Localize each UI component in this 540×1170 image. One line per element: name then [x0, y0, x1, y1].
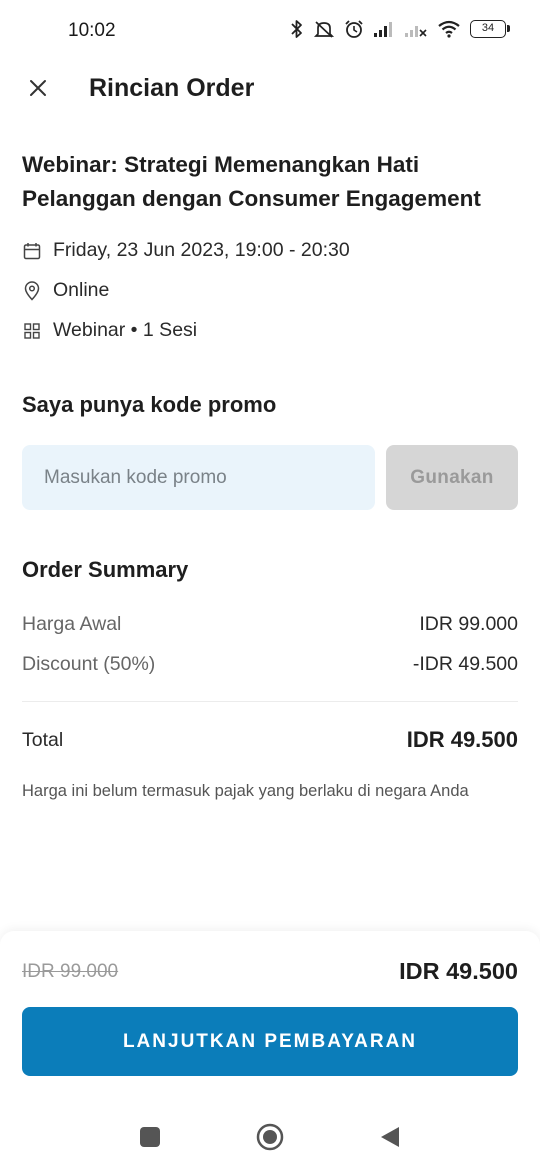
mute-icon — [313, 19, 335, 39]
event-location: Online — [53, 279, 110, 301]
event-date-row: Friday, 23 Jun 2023, 19:00 - 20:30 — [22, 239, 350, 262]
close-icon — [29, 79, 47, 102]
grid-icon — [22, 321, 42, 341]
close-button[interactable] — [22, 74, 54, 106]
battery-icon: 34 — [470, 20, 510, 38]
promo-section-title: Saya punya kode promo — [22, 392, 277, 417]
recents-icon — [139, 1126, 161, 1153]
event-type: Webinar • 1 Sesi — [53, 319, 198, 341]
event-type-row: Webinar • 1 Sesi — [22, 319, 197, 342]
status-bar: 10:02 34 — [0, 0, 540, 62]
tax-note: Harga ini belum termasuk pajak yang berl… — [22, 782, 469, 800]
promo-code-input[interactable] — [22, 445, 375, 510]
total-row: Total IDR 49.500 — [22, 727, 518, 753]
bluetooth-icon — [290, 19, 304, 39]
summary-row-label: Harga Awal — [22, 613, 122, 635]
total-value: IDR 49.500 — [406, 727, 518, 752]
back-icon — [379, 1125, 401, 1154]
summary-row: Harga Awal IDR 99.000 — [22, 613, 518, 636]
home-icon — [256, 1123, 284, 1156]
location-pin-icon — [22, 280, 42, 301]
original-price: IDR 99.000 — [22, 961, 119, 982]
alarm-icon — [344, 19, 364, 39]
page-title: Rincian Order — [89, 74, 255, 102]
header: Rincian Order — [0, 62, 540, 118]
status-icons: 34 — [290, 19, 510, 39]
summary-divider — [22, 701, 518, 702]
continue-payment-button[interactable]: LANJUTKAN PEMBAYARAN — [22, 1007, 518, 1076]
summary-row-label: Discount (50%) — [22, 653, 156, 675]
order-summary-title: Order Summary — [22, 557, 189, 582]
calendar-icon — [22, 241, 42, 261]
apply-promo-button[interactable]: Gunakan — [386, 445, 518, 510]
signal-off-icon — [404, 20, 428, 38]
back-button[interactable] — [372, 1121, 408, 1157]
summary-row: Discount (50%) -IDR 49.500 — [22, 653, 518, 676]
status-time: 10:02 — [68, 20, 116, 41]
checkout-sheet: IDR 99.000 IDR 49.500 LANJUTKAN PEMBAYAR… — [0, 931, 540, 1105]
recents-button[interactable] — [132, 1121, 168, 1157]
final-price: IDR 49.500 — [399, 958, 518, 984]
summary-row-value: -IDR 49.500 — [412, 653, 518, 675]
wifi-icon — [437, 20, 461, 38]
summary-row-value: IDR 99.000 — [419, 613, 518, 635]
total-label: Total — [22, 728, 64, 751]
event-date: Friday, 23 Jun 2023, 19:00 - 20:30 — [53, 239, 350, 261]
event-location-row: Online — [22, 279, 109, 302]
event-title: Webinar: Strategi Memenangkan Hati Pelan… — [22, 152, 481, 211]
system-nav-bar — [0, 1105, 540, 1170]
home-button[interactable] — [252, 1121, 288, 1157]
signal-icon — [373, 20, 395, 38]
